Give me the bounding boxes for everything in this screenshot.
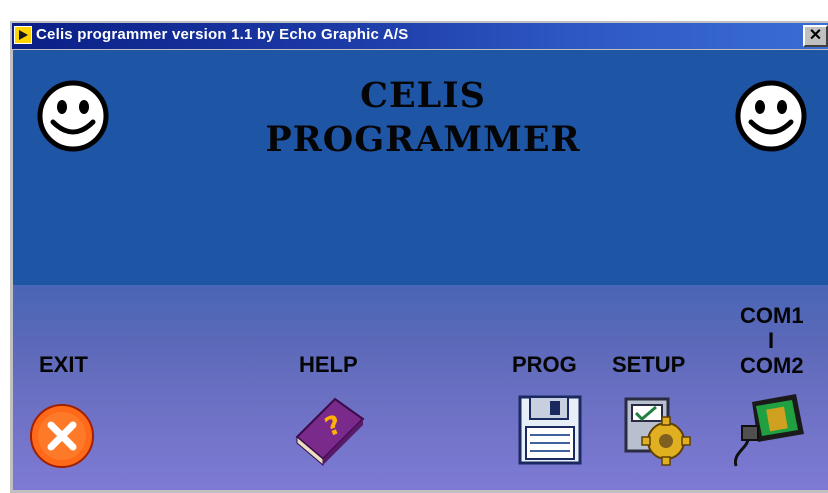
com-label-line-1: COM1 — [740, 303, 804, 328]
smiley-icon — [733, 78, 809, 154]
com-port-button[interactable] — [728, 388, 812, 472]
window-title: Celis programmer version 1.1 by Echo Gra… — [36, 26, 409, 43]
button-panel — [13, 285, 828, 490]
setup-button[interactable] — [620, 393, 696, 469]
help-book-icon: ? — [295, 397, 365, 467]
help-label: HELP — [299, 352, 358, 377]
exit-button[interactable] — [29, 403, 95, 469]
smiley-icon — [35, 78, 111, 154]
setup-label: SETUP — [612, 352, 686, 377]
client-area: CELIS PROGRAMMER EXIT HELP PROG SETUP CO… — [13, 50, 828, 490]
app-icon — [14, 26, 32, 44]
prog-label: PROG — [512, 352, 577, 377]
com-label-line-2: COM2 — [740, 353, 804, 378]
app-title-line-2: PROGRAMMER — [265, 119, 581, 160]
app-title-line-1: CELIS — [360, 75, 486, 116]
exit-label: EXIT — [39, 352, 88, 377]
setup-gear-icon — [624, 397, 691, 466]
exit-icon — [30, 404, 94, 468]
close-button[interactable]: ✕ — [803, 25, 828, 47]
serial-port-icon — [733, 394, 804, 467]
floppy-disk-icon — [518, 395, 582, 465]
help-button[interactable]: ? — [289, 393, 369, 469]
prog-button[interactable] — [516, 393, 584, 467]
com-label-separator: I — [767, 328, 775, 353]
